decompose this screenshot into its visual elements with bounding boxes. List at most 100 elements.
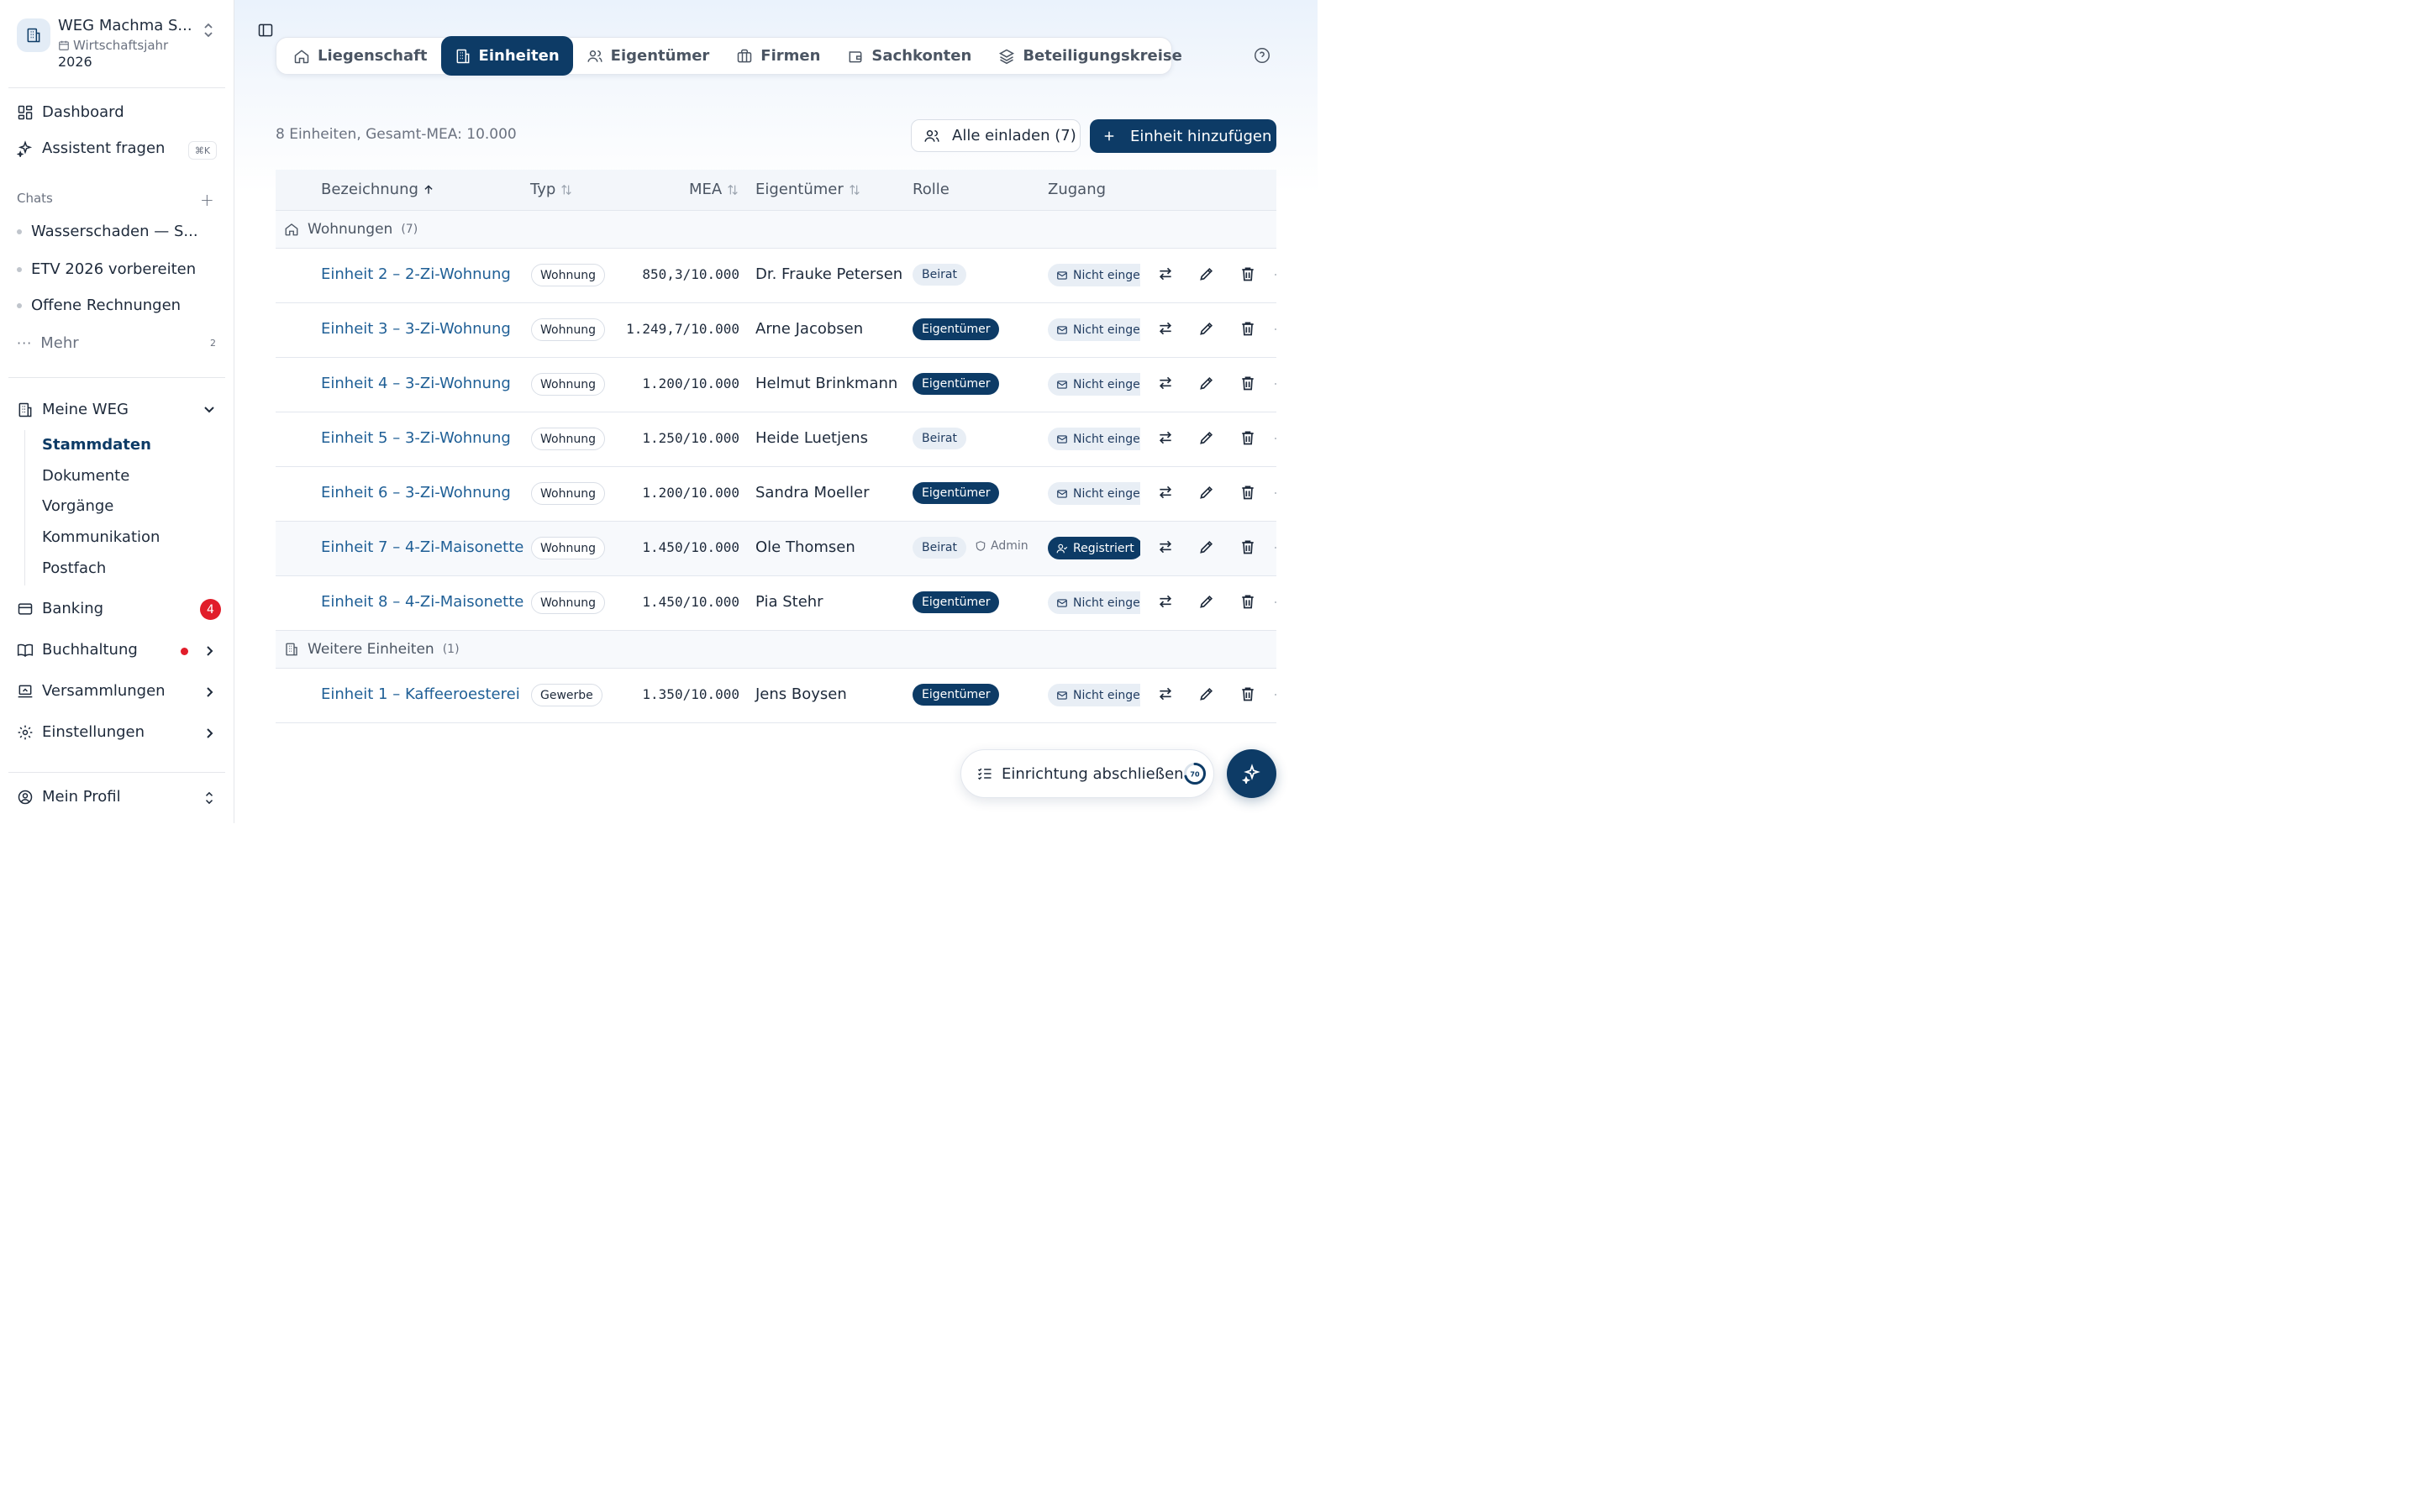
swap-owner-icon[interactable] <box>1157 429 1174 446</box>
table-row[interactable]: Einheit 2 – 2-Zi-Wohnung Wohnung 850,3/10.… <box>276 249 1276 303</box>
chevrons-updown-icon[interactable] <box>203 790 215 806</box>
nav-banking[interactable]: Banking <box>17 600 103 617</box>
nav-postfach[interactable]: Postfach <box>42 559 106 577</box>
edit-icon[interactable] <box>1198 484 1215 501</box>
edit-icon[interactable] <box>1198 265 1215 282</box>
invite-all-button[interactable]: Alle einladen (7) <box>911 119 1081 152</box>
nav-buchhaltung[interactable]: Buchhaltung <box>17 641 138 659</box>
swap-owner-icon[interactable] <box>1157 320 1174 337</box>
table-row[interactable]: Einheit 3 – 3-Zi-Wohnung Wohnung 1.249,7/1… <box>276 303 1276 358</box>
edit-icon[interactable] <box>1198 375 1215 391</box>
chevron-right-icon[interactable] <box>203 685 215 699</box>
delete-icon[interactable] <box>1239 320 1256 337</box>
unit-name-link[interactable]: Einheit 8 – 4-Zi-Maisonette <box>321 593 523 611</box>
swap-owner-icon[interactable] <box>1157 685 1174 702</box>
building-icon <box>456 49 469 63</box>
new-chat-plus-icon[interactable]: + <box>200 190 214 210</box>
table-row[interactable]: Einheit 6 – 3-Zi-Wohnung Wohnung 1.200/10.… <box>276 467 1276 522</box>
nav-einstellungen[interactable]: Einstellungen <box>17 723 145 741</box>
chat-item[interactable]: ETV 2026 vorbereiten <box>17 260 196 278</box>
chevron-right-icon[interactable] <box>203 644 215 658</box>
delete-icon[interactable] <box>1239 593 1256 610</box>
shortcut-badge: ⌘K <box>188 141 217 160</box>
tab-firmen[interactable]: Firmen <box>723 36 834 76</box>
unit-name-link[interactable]: Einheit 5 – 3-Zi-Wohnung <box>321 429 511 447</box>
chat-item[interactable]: Wasserschaden — S... <box>17 223 198 240</box>
col-owner-header[interactable]: Eigentümer <box>755 181 861 198</box>
nav-assistant[interactable]: Assistent fragen <box>17 139 165 157</box>
edit-icon[interactable] <box>1198 538 1215 555</box>
submenu-line <box>24 430 25 585</box>
col-name-header[interactable]: Bezeichnung <box>321 181 434 198</box>
access-badge: Nicht eingeladen <box>1048 591 1140 614</box>
unit-name-link[interactable]: Einheit 2 – 2-Zi-Wohnung <box>321 265 511 283</box>
delete-icon[interactable] <box>1239 429 1256 446</box>
table-row[interactable]: Einheit 1 – Kaffeeroesterei Gewerbe 1.350/… <box>276 669 1276 723</box>
tab-liegenschaft[interactable]: Liegenschaft <box>280 36 441 76</box>
edit-icon[interactable] <box>1198 320 1215 337</box>
edit-icon[interactable] <box>1198 685 1215 702</box>
swap-owner-icon[interactable] <box>1157 375 1174 391</box>
unit-mea: 1.450/10.000 <box>642 594 739 610</box>
mail-icon <box>1056 379 1068 391</box>
group-title: Wohnungen (7) <box>284 221 418 238</box>
unit-type-badge: Wohnung <box>531 428 605 450</box>
nav-meine-weg[interactable]: Meine WEG <box>17 401 129 418</box>
delete-icon[interactable] <box>1239 538 1256 555</box>
swap-owner-icon[interactable] <box>1157 538 1174 555</box>
help-icon[interactable] <box>1253 46 1271 65</box>
chats-more[interactable]: ··· Mehr <box>17 334 79 352</box>
swap-owner-icon[interactable] <box>1157 484 1174 501</box>
sidebar-toggle-icon[interactable] <box>257 22 274 39</box>
delete-icon[interactable] <box>1239 265 1256 282</box>
tab-beteiligungskreise[interactable]: Beteiligungskreise <box>985 36 1196 76</box>
fiscal-year-label: Wirtschaftsjahr <box>73 38 169 53</box>
edit-icon[interactable] <box>1198 429 1215 446</box>
chat-item[interactable]: Offene Rechnungen <box>17 297 181 314</box>
progress-ring: 70 <box>1184 763 1206 785</box>
col-role-header: Rolle <box>913 181 950 198</box>
chevron-down-icon[interactable] <box>203 403 215 417</box>
access-cell: Nicht eingeladen <box>1048 264 1140 287</box>
delete-icon[interactable] <box>1239 685 1256 702</box>
tab-eigentuemer[interactable]: Eigentümer <box>573 36 723 76</box>
tab-sachkonten[interactable]: Sachkonten <box>834 36 985 76</box>
delete-icon[interactable] <box>1239 484 1256 501</box>
unit-owner: Jens Boysen <box>755 685 847 703</box>
mail-icon <box>1056 690 1068 701</box>
col-mea-header[interactable]: MEA <box>689 181 739 198</box>
tab-einheiten[interactable]: Einheiten <box>440 36 573 76</box>
swap-owner-icon[interactable] <box>1157 265 1174 282</box>
delete-icon[interactable] <box>1239 375 1256 391</box>
nav-einstellungen-label: Einstellungen <box>42 723 145 741</box>
table-row[interactable]: Einheit 4 – 3-Zi-Wohnung Wohnung 1.200/10.… <box>276 358 1276 412</box>
edit-icon[interactable] <box>1198 593 1215 610</box>
col-type-header[interactable]: Typ <box>530 181 573 198</box>
swap-owner-icon[interactable] <box>1157 593 1174 610</box>
ai-assistant-button[interactable] <box>1227 749 1276 798</box>
nav-kommunikation[interactable]: Kommunikation <box>42 528 160 546</box>
add-unit-button[interactable]: Einheit hinzufügen <box>1090 119 1276 153</box>
unit-name-link[interactable]: Einheit 1 – Kaffeeroesterei <box>321 685 520 703</box>
table-row[interactable]: Einheit 7 – 4-Zi-Maisonette Wohnung 1.450/… <box>276 522 1276 576</box>
nav-dokumente[interactable]: Dokumente <box>42 467 129 485</box>
table-row[interactable]: Einheit 8 – 4-Zi-Maisonette Wohnung 1.450/… <box>276 576 1276 631</box>
nav-dashboard[interactable]: Dashboard <box>17 103 124 121</box>
nav-profile[interactable]: Mein Profil <box>17 788 121 806</box>
plus-icon <box>1104 131 1114 141</box>
unit-name-link[interactable]: Einheit 7 – 4-Zi-Maisonette <box>321 538 523 556</box>
unit-name-link[interactable]: Einheit 4 – 3-Zi-Wohnung <box>321 375 511 392</box>
nav-versammlungen[interactable]: Versammlungen <box>17 682 166 700</box>
chevron-right-icon[interactable] <box>203 727 215 740</box>
chats-more-label: Mehr <box>40 334 79 352</box>
access-cell: Nicht eingeladen <box>1048 318 1140 342</box>
access-cell: Registriert <box>1048 537 1140 560</box>
unit-name-link[interactable]: Einheit 3 – 3-Zi-Wohnung <box>321 320 511 338</box>
nav-vorgaenge[interactable]: Vorgänge <box>42 497 113 515</box>
table-row[interactable]: Einheit 5 – 3-Zi-Wohnung Wohnung 1.250/10.… <box>276 412 1276 467</box>
setup-button[interactable]: Einrichtung abschließen 70 <box>960 749 1214 798</box>
tab-label: Sachkonten <box>871 47 972 65</box>
unit-name-link[interactable]: Einheit 6 – 3-Zi-Wohnung <box>321 484 511 501</box>
nav-stammdaten[interactable]: Stammdaten <box>42 436 151 454</box>
workspace-switcher[interactable]: WEG Machma S... Wirtschaftsjahr 2026 <box>17 17 218 71</box>
